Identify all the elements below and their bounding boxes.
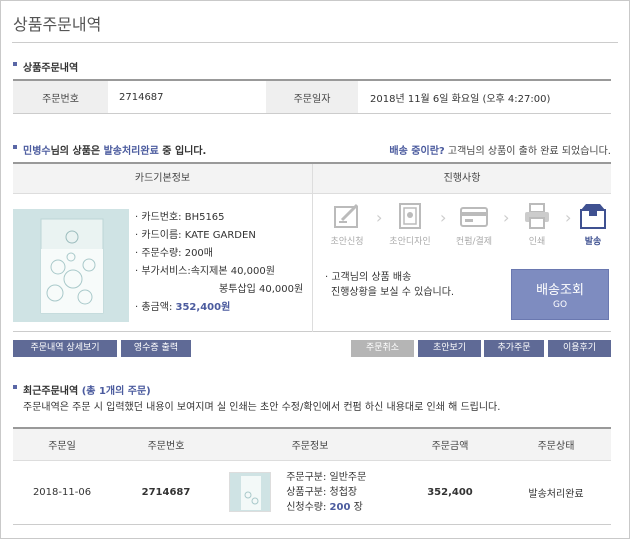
- row-amount: 352,400: [427, 486, 473, 498]
- confirm-payment-icon: [459, 202, 489, 230]
- row-product-type: 상품구분: 청첩장: [286, 486, 358, 498]
- progress-header: 진행사항: [313, 164, 611, 194]
- delivery-box-icon: [578, 202, 608, 230]
- step-print: 인쇄: [513, 202, 561, 247]
- row-order-type: 주문구분: 일반주문: [286, 471, 367, 483]
- shipping-help-link[interactable]: 배송 중이란?: [389, 146, 444, 157]
- order-no-value: 2714687: [119, 91, 164, 103]
- table-row[interactable]: 2018-11-06 2714687 주문구분: 일반주문 상품구분: 청첩장 …: [13, 460, 611, 524]
- order-detail-box: 카드기본정보 진행사항 · 카드번호: BH5165 · 카드이름: KATE …: [13, 162, 611, 332]
- card-details: · 카드번호: BH5165 · 카드이름: KATE GARDEN · 주문수…: [135, 209, 303, 317]
- order-no-label: 주문번호: [13, 80, 108, 114]
- recent-orders-notice: 주문내역은 주문 시 입력했던 내용이 보여지며 실 인쇄는 초안 수정/확인에…: [23, 402, 501, 413]
- shipping-note-text: 고객님의 상품이 출하 완료 되었습니다.: [444, 146, 611, 157]
- row-order-no-link[interactable]: 2714687: [111, 460, 221, 524]
- card-extra-service-2: 봉투삽입 40,000원: [219, 284, 304, 295]
- product-thumbnail: [229, 472, 271, 512]
- receipt-print-button[interactable]: 영수증 출력: [121, 340, 191, 357]
- chevron-right-icon: ›: [503, 208, 510, 227]
- card-thumbnail: [13, 209, 129, 322]
- card-info-header: 카드기본정보: [13, 164, 312, 194]
- add-order-button[interactable]: 추가주문: [484, 340, 544, 357]
- card-number: · 카드번호: BH5165: [135, 212, 225, 223]
- col-order-no: 주문번호: [111, 428, 221, 461]
- track-delivery-button[interactable]: 배송조회 GO: [511, 269, 609, 320]
- review-button[interactable]: 이용후기: [548, 340, 611, 357]
- draft-design-icon: [395, 202, 425, 230]
- order-section-heading: 상품주문내역: [13, 59, 78, 74]
- recent-orders-table: 주문일 주문번호 주문정보 주문금액 주문상태 2018-11-06 27146…: [13, 427, 611, 525]
- card-total: · 총금액: 352,400원: [135, 302, 231, 313]
- status-text-1: 님의 상품은: [50, 146, 104, 157]
- col-order-info: 주문정보: [221, 428, 399, 461]
- card-name: · 카드이름: KATE GARDEN: [135, 230, 256, 241]
- page-title: 상품주문내역: [13, 15, 102, 34]
- step-confirm-payment: 컨펌/결제: [450, 202, 498, 247]
- recent-orders-heading: 최근주문내역 (총 1개의 주문): [13, 382, 151, 397]
- chevron-right-icon: ›: [440, 208, 447, 227]
- draft-view-button[interactable]: 초안보기: [418, 340, 481, 357]
- row-quantity: 신청수량: 200 장: [286, 501, 363, 513]
- status-text-2: 중 입니다.: [158, 146, 207, 157]
- row-order-info: 주문구분: 일반주문 상품구분: 청첩장 신청수량: 200 장: [221, 460, 399, 524]
- row-date: 2018-11-06: [32, 486, 92, 498]
- chevron-right-icon: ›: [565, 208, 572, 227]
- step-delivery: 발송: [573, 202, 613, 247]
- shipping-message: · 고객님의 상품 배송 진행상황을 보실 수 있습니다.: [325, 272, 455, 298]
- card-extra-service: · 부가서비스:속지제본 40,000원: [135, 266, 275, 277]
- col-order-status: 주문상태: [501, 428, 611, 461]
- order-date-label: 주문일자: [266, 80, 358, 114]
- order-status-line: 민병수님의 상품은 발송처리완료 중 입니다.: [13, 142, 206, 157]
- chevron-right-icon: ›: [376, 208, 383, 227]
- col-order-date: 주문일: [13, 428, 111, 461]
- status-word: 발송처리완료: [103, 146, 159, 157]
- order-date-value: 2018년 11월 6일 화요일 (오후 4:27:00): [370, 93, 551, 105]
- shipping-note: 배송 중이란? 고객님의 상품이 출하 완료 되었습니다.: [389, 142, 611, 157]
- col-order-amount: 주문금액: [399, 428, 501, 461]
- draft-request-icon: [332, 202, 362, 230]
- order-detail-button[interactable]: 주문내역 상세보기: [13, 340, 117, 357]
- order-cancel-button[interactable]: 주문취소: [351, 340, 414, 357]
- progress-steps: 초안신청 › 초안디자인 › 컨펌/결제 › 인쇄 › 발송: [313, 202, 611, 262]
- step-draft-request: 초안신청: [323, 202, 371, 247]
- step-draft-design: 초안디자인: [386, 202, 434, 247]
- card-quantity: · 주문수량: 200매: [135, 248, 213, 259]
- order-info-table: 주문번호 2714687 주문일자 2018년 11월 6일 화요일 (오후 4…: [13, 79, 611, 114]
- recent-orders-count: (총 1개의 주문): [81, 386, 151, 397]
- row-status: 발송처리완료: [528, 488, 584, 500]
- customer-name: 민병수: [23, 146, 51, 157]
- title-divider: [12, 42, 618, 43]
- printer-icon: [522, 202, 552, 230]
